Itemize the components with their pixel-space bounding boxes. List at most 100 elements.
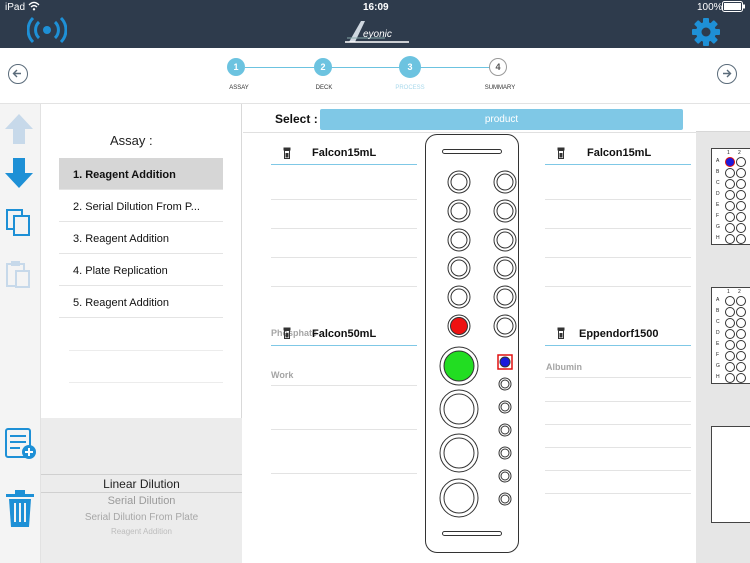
plate-well[interactable] — [725, 212, 735, 222]
tube-icon — [557, 326, 565, 339]
plate-well-selected[interactable] — [725, 157, 735, 167]
back-arrow-icon[interactable] — [8, 64, 28, 84]
step-4-circle[interactable]: 4 — [489, 58, 507, 76]
left-bottom-row-label[interactable]: Work — [271, 370, 293, 380]
plate-well[interactable] — [725, 307, 735, 317]
right-bottom-row-label[interactable]: Albumin — [546, 362, 582, 372]
plate-well[interactable] — [725, 168, 735, 178]
plate-well[interactable] — [736, 318, 746, 328]
plate-well[interactable] — [736, 212, 746, 222]
slot-row-line — [271, 228, 417, 229]
plate-well[interactable] — [725, 234, 735, 244]
plate-well[interactable] — [736, 362, 746, 372]
picker-option-selected[interactable]: Linear Dilution — [41, 477, 242, 491]
plate-well[interactable] — [736, 223, 746, 233]
slot-row-line — [545, 228, 691, 229]
list-divider — [69, 382, 223, 383]
plate-well[interactable] — [736, 179, 746, 189]
plate-well[interactable] — [736, 296, 746, 306]
picker-option[interactable]: Serial Dilution — [41, 495, 242, 507]
plate-well[interactable] — [725, 373, 735, 383]
plate-well[interactable] — [736, 190, 746, 200]
header-divider — [243, 132, 696, 133]
plate-well[interactable] — [725, 201, 735, 211]
assay-item[interactable]: 2. Serial Dilution From P... — [59, 190, 223, 222]
tube-header-line — [545, 345, 691, 346]
trash-icon[interactable] — [5, 490, 35, 533]
plate-well[interactable] — [736, 329, 746, 339]
slot-row-line — [271, 429, 417, 430]
plate-row-label: H — [716, 235, 720, 241]
step-2-circle[interactable]: 2 — [314, 58, 332, 76]
wizard-steps: 1 2 3 4 ASSAY DECK PROCESS SUMMARY — [0, 48, 750, 104]
plate-strip-header — [696, 104, 750, 132]
plate-well[interactable] — [736, 201, 746, 211]
select-label: Select : — [275, 112, 318, 126]
tube-header-line — [271, 164, 417, 165]
microplate-2[interactable]: 1 2 A B C D E F G H — [711, 287, 750, 384]
plate-well[interactable] — [736, 373, 746, 383]
paste-icon[interactable] — [5, 260, 33, 295]
plate-row-label: D — [716, 330, 720, 336]
picker-option[interactable]: Serial Dilution From Plate — [41, 512, 242, 523]
plate-well[interactable] — [725, 362, 735, 372]
plate-well[interactable] — [736, 340, 746, 350]
wifi-icon — [28, 1, 40, 14]
assay-item[interactable]: 3. Reagent Addition — [59, 222, 223, 254]
assay-item[interactable]: 1. Reagent Addition — [59, 158, 223, 190]
left-bottom-tube-label[interactable]: Falcon50mL — [312, 328, 376, 340]
plate-well[interactable] — [736, 157, 746, 167]
plate-row-label: B — [716, 169, 720, 175]
right-top-tube-label[interactable]: Falcon15mL — [587, 147, 651, 159]
plate-well[interactable] — [725, 179, 735, 189]
add-list-icon[interactable] — [4, 427, 38, 466]
product-select[interactable]: product — [320, 109, 683, 130]
assay-type-picker[interactable]: Linear Dilution Serial Dilution Serial D… — [41, 418, 242, 563]
left-top-tube-label[interactable]: Falcon15mL — [312, 147, 376, 159]
move-up-arrow-icon[interactable] — [3, 112, 35, 151]
device-name: iPad — [5, 2, 26, 13]
rack-bottom-slot — [442, 531, 502, 536]
plate-well[interactable] — [736, 168, 746, 178]
plate-row-label: D — [716, 191, 720, 197]
plate-col-label: 2 — [738, 289, 741, 295]
microplate-1[interactable]: 1 2 A B C D E F G H — [711, 148, 750, 245]
left-bottom-overlay-label: Phosphate — [271, 328, 318, 338]
app-header: eyonic — [0, 15, 750, 48]
copy-icon[interactable] — [5, 208, 33, 243]
plate-well[interactable] — [736, 351, 746, 361]
empty-plate-slot[interactable] — [711, 426, 750, 523]
plate-well[interactable] — [725, 296, 735, 306]
rack-wells[interactable] — [425, 134, 519, 553]
list-divider — [69, 350, 223, 351]
wireless-connection-icon[interactable] — [26, 15, 68, 50]
plate-well[interactable] — [736, 307, 746, 317]
step-1-circle[interactable]: 1 — [227, 58, 245, 76]
assay-item[interactable]: 5. Reagent Addition — [59, 286, 223, 318]
plate-well[interactable] — [725, 340, 735, 350]
plate-row-label: F — [716, 352, 720, 358]
plate-row-label: G — [716, 363, 720, 369]
plate-well[interactable] — [725, 351, 735, 361]
slot-row-line — [545, 377, 691, 378]
plate-well[interactable] — [725, 190, 735, 200]
assay-item[interactable]: 4. Plate Replication — [59, 254, 223, 286]
tube-icon — [557, 146, 565, 159]
forward-arrow-icon[interactable] — [717, 64, 737, 84]
step-1-label: ASSAY — [229, 85, 249, 91]
move-down-arrow-icon[interactable] — [3, 156, 35, 195]
slot-row-line — [545, 257, 691, 258]
plate-well[interactable] — [736, 234, 746, 244]
slot-row-line — [545, 493, 691, 494]
right-bottom-tube-label[interactable]: Eppendorf1500 — [579, 328, 658, 340]
plate-row-label: F — [716, 213, 720, 219]
plate-well[interactable] — [725, 329, 735, 339]
plate-row-label: A — [716, 158, 720, 164]
slot-row-line — [271, 286, 417, 287]
step-3-circle[interactable]: 3 — [399, 56, 421, 78]
picker-option[interactable]: Reagent Addition — [41, 527, 242, 537]
deck-workspace: Select : product Falcon15mL Phosphate Fa… — [243, 104, 696, 563]
plate-well[interactable] — [725, 223, 735, 233]
plate-well[interactable] — [725, 318, 735, 328]
plate-row-label: C — [716, 180, 720, 186]
